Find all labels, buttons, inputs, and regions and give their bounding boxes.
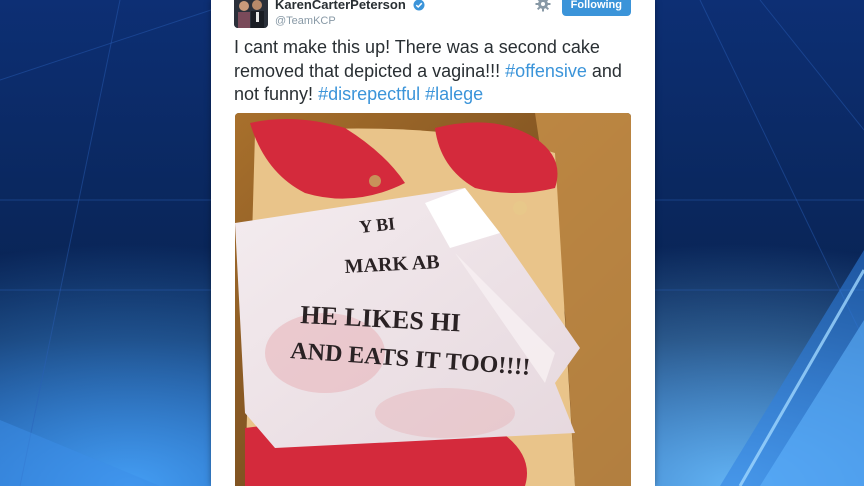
verified-badge-icon (413, 0, 425, 11)
hashtag-lalege[interactable]: #lalege (425, 84, 483, 104)
tweet-text: I cant make this up! There was a second … (234, 36, 634, 107)
tweet-photo[interactable]: Y BI MARK AB HE LIKES HI AND EATS IT TOO… (235, 113, 631, 486)
hashtag-disrepectful[interactable]: #disrepectful (318, 84, 420, 104)
tweet-card: KarenCarterPeterson @TeamKCP Following I… (211, 0, 655, 486)
display-name[interactable]: KarenCarterPeterson (275, 0, 406, 12)
hashtag-offensive[interactable]: #offensive (505, 61, 587, 81)
avatar[interactable] (234, 0, 268, 28)
gear-icon[interactable] (535, 0, 551, 12)
handle[interactable]: @TeamKCP (275, 15, 425, 27)
tweet-header: KarenCarterPeterson @TeamKCP Following (234, 0, 643, 30)
photo-note-line: Y BI (358, 213, 396, 237)
author-names: KarenCarterPeterson @TeamKCP (275, 0, 425, 27)
following-button[interactable]: Following (561, 0, 631, 16)
